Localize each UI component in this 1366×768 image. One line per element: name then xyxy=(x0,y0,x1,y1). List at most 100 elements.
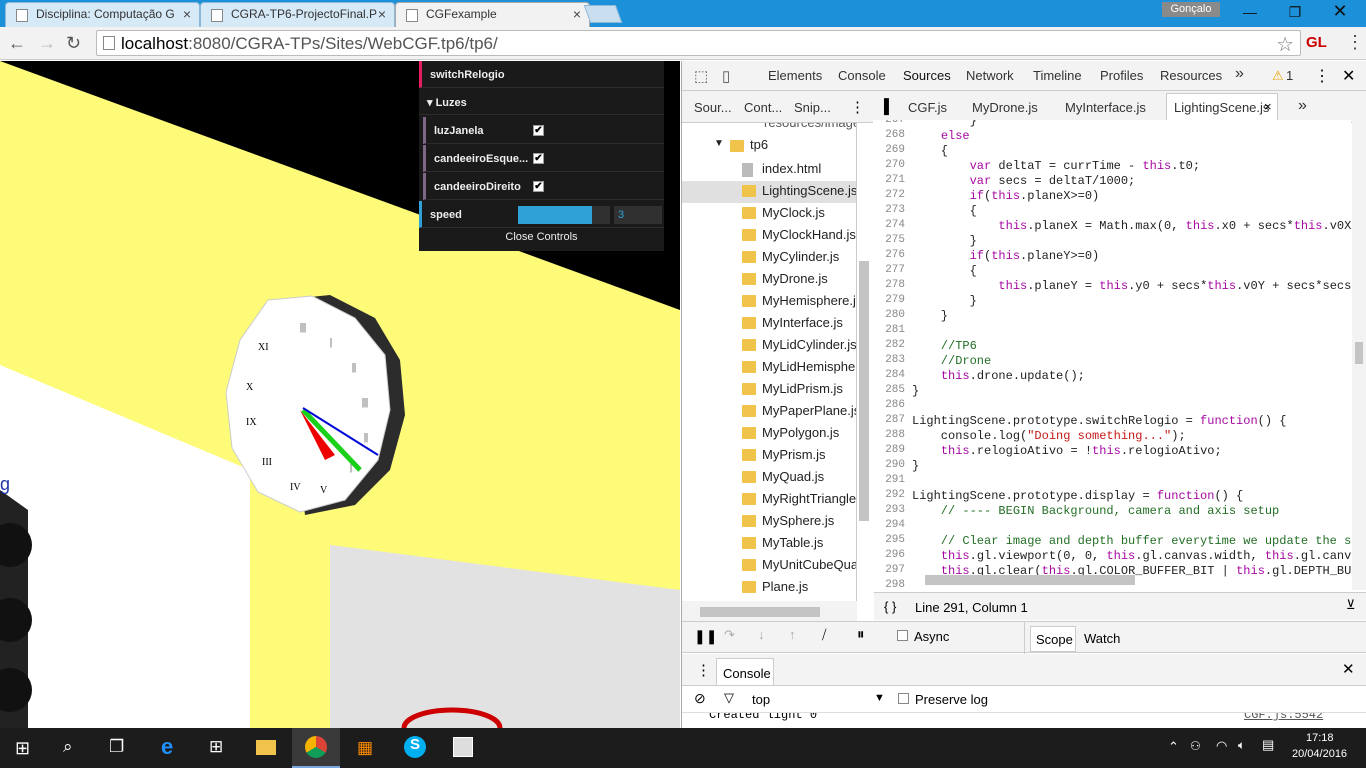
editor-app-button[interactable] xyxy=(439,728,487,768)
tree-file[interactable]: MyPolygon.js xyxy=(682,423,856,445)
close-icon[interactable]: × xyxy=(1264,99,1272,114)
close-drawer-icon[interactable]: ✕ xyxy=(1342,660,1355,678)
tree-file[interactable]: index.html xyxy=(682,159,856,181)
task-view-button[interactable]: ❐ xyxy=(96,728,144,768)
speed-slider[interactable] xyxy=(518,206,610,224)
search-button[interactable]: ⌕ xyxy=(48,728,96,768)
volume-icon[interactable]: 🔈︎ xyxy=(1238,738,1245,753)
toggle-navigator-icon[interactable]: ▐ xyxy=(879,98,889,114)
tab-network[interactable]: Network xyxy=(966,68,1014,83)
tree-scroll-thumb[interactable] xyxy=(859,261,869,521)
profile-button[interactable]: Gonçalo xyxy=(1162,2,1220,17)
wifi-icon[interactable]: ◠ xyxy=(1216,738,1227,754)
app-grid-button[interactable]: ▦ xyxy=(342,728,390,768)
close-controls-button[interactable]: Close Controls xyxy=(419,231,664,243)
close-icon[interactable]: × xyxy=(183,6,191,22)
menu-icon[interactable]: ⋮ xyxy=(1346,32,1364,53)
clear-console-icon[interactable]: ⊘ xyxy=(694,690,706,707)
tree-file[interactable]: MyLidPrism.js xyxy=(682,379,856,401)
tab-cgra-pdf[interactable]: CGRA-TP6-ProjectoFinal.P × xyxy=(200,2,395,27)
tab-watch[interactable]: Watch xyxy=(1084,631,1120,646)
checkbox[interactable]: ✔ xyxy=(533,181,544,192)
close-window-icon[interactable]: ✕ xyxy=(1330,1,1350,22)
tree-file[interactable]: MyQuad.js xyxy=(682,467,856,489)
context-select[interactable]: top xyxy=(752,692,770,707)
address-bar[interactable]: localhost:8080/CGRA-TPs/Sites/WebCGF.tp6… xyxy=(96,30,1301,56)
tab-cgfexample[interactable]: CGFexample × xyxy=(395,2,590,27)
inspect-icon[interactable]: ⬚ xyxy=(694,67,708,85)
tree-file[interactable]: MyRightTriangle xyxy=(682,489,856,511)
file-tab-lightingscene[interactable]: LightingScene.js xyxy=(1174,100,1269,115)
tree-folder-tp6[interactable]: ▼ tp6 xyxy=(682,137,856,159)
close-devtools-icon[interactable]: ✕ xyxy=(1342,66,1355,86)
tab-console[interactable]: Console xyxy=(838,68,886,83)
step-out-icon[interactable]: ↑ xyxy=(789,627,796,642)
console-source-link[interactable]: CGF.js:5542 xyxy=(1244,713,1323,722)
people-icon[interactable]: ⚇ xyxy=(1190,739,1201,753)
skype-button[interactable]: S xyxy=(391,728,439,768)
deactivate-breakpoints-icon[interactable]: ⧸ xyxy=(822,627,826,643)
store-button[interactable]: ⊞ xyxy=(193,728,241,768)
toggle-drawer-icon[interactable]: ⊻ xyxy=(1346,597,1356,613)
tab-disciplina[interactable]: Disciplina: Computação G × xyxy=(5,2,200,27)
tree-file[interactable]: MyClockHand.js xyxy=(682,225,856,247)
action-center-icon[interactable]: ▤ xyxy=(1262,737,1274,753)
pause-exceptions-icon[interactable]: ⏸ xyxy=(857,626,865,643)
tree-file[interactable]: MyUnitCubeQua xyxy=(682,555,856,577)
tray-chevron-icon[interactable]: ⌃ xyxy=(1168,739,1179,755)
chevron-down-icon[interactable]: ▼ xyxy=(874,692,885,704)
tree-file[interactable]: MyPaperPlane.js xyxy=(682,401,856,423)
tree-file[interactable]: MyLidCylinder.js xyxy=(682,335,856,357)
checkbox[interactable]: ✔ xyxy=(533,125,544,136)
minimize-icon[interactable]: — xyxy=(1240,4,1260,20)
file-tab-mydrone[interactable]: MyDrone.js xyxy=(972,100,1038,115)
clock-date[interactable]: 20/04/2016 xyxy=(1292,748,1347,760)
tab-resources[interactable]: Resources xyxy=(1160,68,1222,83)
new-tab-button[interactable] xyxy=(583,5,623,23)
toggle-candeeiro-direito[interactable]: candeeiroDireito ✔ xyxy=(423,173,664,200)
tab-sources-nav[interactable]: Sour... xyxy=(694,100,732,115)
forward-icon[interactable]: → xyxy=(38,33,56,54)
clock-time[interactable]: 17:18 xyxy=(1306,732,1334,744)
folder-luzes[interactable]: ▾ Luzes xyxy=(419,88,664,115)
code-editor[interactable]: 267 } 268 else 269 {270 var deltaT = currT… xyxy=(873,120,1351,590)
tree-file[interactable]: MyClock.js xyxy=(682,203,856,225)
chrome-button[interactable] xyxy=(292,728,340,768)
more-tabs-icon[interactable]: » xyxy=(1235,65,1244,83)
tree-file[interactable]: Plane.js xyxy=(682,577,856,599)
tab-content-scripts[interactable]: Cont... xyxy=(744,100,782,115)
reload-icon[interactable]: ↻ xyxy=(66,33,81,54)
file-tab-cgf[interactable]: CGF.js xyxy=(908,100,947,115)
tab-console-drawer[interactable]: Console xyxy=(716,658,774,686)
tree-item[interactable]: resources/images xyxy=(682,123,856,137)
tree-file[interactable]: MyCylinder.js xyxy=(682,247,856,269)
tab-sources[interactable]: Sources xyxy=(903,68,951,83)
tree-file[interactable]: MyLidHemisphe xyxy=(682,357,856,379)
back-icon[interactable]: ← xyxy=(8,33,26,54)
extension-gl-icon[interactable]: GL xyxy=(1306,34,1327,51)
tree-file[interactable]: MyInterface.js xyxy=(682,313,856,335)
code-scrollbar[interactable] xyxy=(1352,120,1366,590)
tab-profiles[interactable]: Profiles xyxy=(1100,68,1143,83)
edge-button[interactable]: e xyxy=(145,728,193,768)
warning-icon[interactable]: ⚠ xyxy=(1272,68,1284,84)
maximize-icon[interactable]: ❐ xyxy=(1285,4,1305,21)
tab-timeline[interactable]: Timeline xyxy=(1033,68,1082,83)
toggle-luz-janela[interactable]: luzJanela ✔ xyxy=(423,117,664,144)
device-icon[interactable]: ▯ xyxy=(722,67,730,85)
step-into-icon[interactable]: ↓ xyxy=(758,627,765,642)
tree-file[interactable]: MyTable.js xyxy=(682,533,856,555)
checkbox[interactable]: ✔ xyxy=(533,153,544,164)
start-button[interactable]: ⊞ xyxy=(0,728,48,768)
nav-menu-icon[interactable]: ⋮ xyxy=(850,98,865,116)
step-over-icon[interactable]: ↷ xyxy=(724,627,735,643)
close-icon[interactable]: × xyxy=(573,6,581,22)
star-icon[interactable]: ☆ xyxy=(1276,32,1294,57)
tree-file[interactable]: MyHemisphere.j xyxy=(682,291,856,313)
close-icon[interactable]: × xyxy=(378,6,386,22)
tree-file[interactable]: MySphere.js xyxy=(682,511,856,533)
tree-file[interactable]: MyPrism.js xyxy=(682,445,856,467)
file-tab-myinterface[interactable]: MyInterface.js xyxy=(1065,100,1146,115)
tree-hscroll[interactable] xyxy=(682,601,857,621)
explorer-button[interactable] xyxy=(242,728,290,768)
